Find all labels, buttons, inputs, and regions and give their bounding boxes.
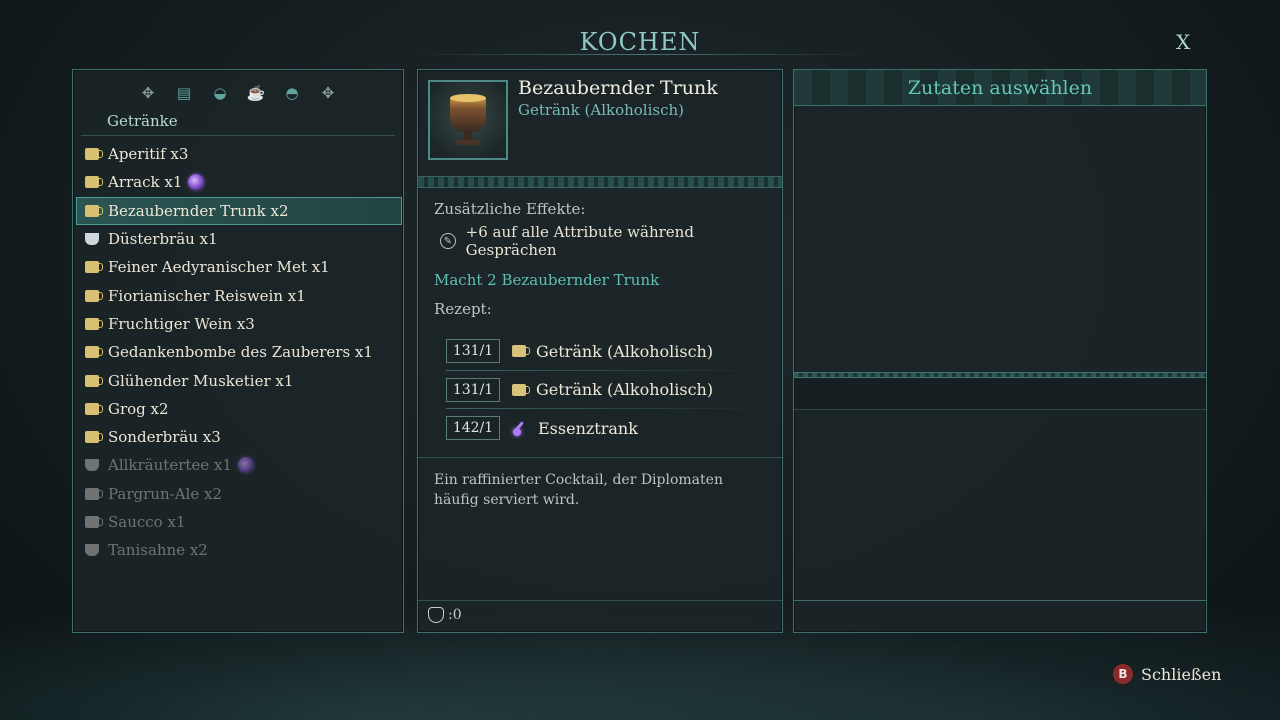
cup-icon: [85, 459, 99, 472]
recipe-label: Bezaubernder Trunk x2: [108, 201, 289, 220]
mug-icon: [85, 204, 103, 217]
item-description: Ein raffinierter Cocktail, der Diplomate…: [434, 472, 723, 508]
recipe-label: Fiorianischer Reiswein x1: [108, 286, 306, 305]
drink-icon[interactable]: ☕: [245, 82, 267, 104]
vial-icon: [512, 420, 528, 437]
ingredient-rows: 131/1 Getränk (Alkoholisch) 131/1 Geträn…: [446, 332, 766, 448]
bag-icon: [428, 607, 444, 623]
recipe-item[interactable]: Fiorianischer Reiswein x1: [76, 281, 402, 309]
category-label: Getränke: [107, 112, 178, 130]
arcane-swirl-icon: [188, 174, 205, 191]
item-type: Getränk (Alkoholisch): [518, 101, 685, 119]
mug-icon: [85, 346, 103, 359]
recipe-detail-panel: Bezaubernder Trunk Getränk (Alkoholisch)…: [417, 69, 783, 633]
arcane-swirl-icon: [237, 457, 254, 474]
mug-icon: [85, 289, 103, 302]
recipe-label: Feiner Aedyranischer Met x1: [108, 258, 330, 277]
dpad-right-icon[interactable]: ✥: [317, 82, 339, 104]
ingredient-row: 142/1 Essenztrank: [446, 409, 766, 448]
mug-icon: [85, 431, 103, 444]
dpad-left-icon[interactable]: ✥: [137, 82, 159, 104]
ornamental-band: [418, 176, 782, 188]
ingredient-qty: 131/1: [446, 377, 500, 402]
recipe-label: Aperitif x3: [108, 145, 189, 164]
recipe-item[interactable]: Gedankenbombe des Zauberers x1: [76, 338, 402, 366]
recipe-item[interactable]: Arrack x1: [76, 168, 402, 196]
recipe-label: Grog x2: [108, 399, 169, 418]
item-name: Bezaubernder Trunk: [518, 77, 718, 99]
ingredient-name: Getränk (Alkoholisch): [536, 341, 714, 361]
recipe-label: Glühender Musketier x1: [108, 371, 294, 390]
ingredient-select-panel: Zutaten auswählen: [793, 69, 1207, 633]
footer-value: :0: [448, 607, 462, 623]
mug-icon: [85, 176, 103, 189]
item-thumbnail: [428, 80, 508, 160]
title-divider: [410, 54, 870, 55]
ingredient-panel-title: Zutaten auswählen: [907, 77, 1093, 99]
close-prompt-label: Schließen: [1141, 664, 1222, 684]
mug-icon: [85, 402, 103, 415]
recipe-label: Fruchtiger Wein x3: [108, 314, 255, 333]
recipe-item[interactable]: Feiner Aedyranischer Met x1: [76, 253, 402, 281]
cup-icon: [85, 544, 99, 557]
effect-text: +6 auf alle Attribute während Gesprächen: [465, 223, 694, 259]
cup-icon: [85, 233, 99, 246]
recipe-item[interactable]: Allkräutertee x1: [76, 451, 402, 479]
bowl-icon[interactable]: ◓: [281, 82, 303, 104]
ingredient-slot-area[interactable]: [794, 378, 1206, 410]
mug-icon: [85, 487, 103, 500]
recipe-label: Gedankenbombe des Zauberers x1: [108, 343, 373, 362]
effect-line: ✎ +6 auf alle Attribute während Gespräch…: [440, 223, 782, 259]
ingredient-row: 131/1 Getränk (Alkoholisch): [446, 371, 766, 410]
recipe-label: Pargrun-Ale x2: [108, 484, 222, 503]
footer-info: :0: [428, 607, 462, 623]
recipe-item[interactable]: Pargrun-Ale x2: [76, 480, 402, 508]
close-button[interactable]: X: [1176, 30, 1190, 54]
description-divider: [418, 457, 782, 458]
screen-title: KOCHEN: [579, 28, 701, 56]
food-icon[interactable]: ◒: [209, 82, 231, 104]
mug-icon: [85, 261, 103, 274]
footer-divider: [418, 600, 782, 601]
recipe-label: Arrack x1: [108, 173, 183, 192]
speech-icon: ✎: [440, 233, 456, 249]
yield-text: Macht 2 Bezaubernder Trunk: [434, 271, 660, 289]
recipe-label: Düsterbräu x1: [108, 230, 218, 249]
recipe-label: Rezept:: [434, 300, 492, 318]
effects-label: Zusätzliche Effekte:: [434, 200, 586, 218]
ingredient-qty: 131/1: [446, 339, 500, 364]
recipe-list-panel: ✥ ▤ ◒ ☕ ◓ ✥ Getränke Aperitif x3 Arrack x…: [72, 69, 404, 633]
footer-divider: [794, 600, 1206, 601]
category-divider: [81, 135, 395, 136]
b-button-icon: B: [1113, 664, 1133, 684]
mug-icon: [85, 317, 103, 330]
mug-icon: [512, 345, 530, 358]
mug-icon: [85, 148, 103, 161]
ingredient-row: 131/1 Getränk (Alkoholisch): [446, 332, 766, 371]
recipe-label: Tanisahne x2: [108, 541, 208, 560]
recipe-item[interactable]: Bezaubernder Trunk x2: [76, 196, 402, 225]
recipe-label: Allkräutertee x1: [108, 456, 232, 475]
ingredient-name: Getränk (Alkoholisch): [536, 380, 714, 400]
category-tabs: ✥ ▤ ◒ ☕ ◓ ✥: [73, 82, 403, 104]
mug-icon: [85, 516, 103, 528]
recipe-item[interactable]: Saucco x1: [76, 508, 402, 536]
scroll-icon[interactable]: ▤: [173, 82, 195, 104]
recipe-item[interactable]: Sonderbräu x3: [76, 423, 402, 451]
ingredient-qty: 142/1: [446, 416, 500, 441]
recipe-label: Saucco x1: [108, 513, 186, 531]
ingredient-name: Essenztrank: [538, 418, 638, 438]
recipe-item[interactable]: Aperitif x3: [76, 140, 402, 168]
recipe-item[interactable]: Tanisahne x2: [76, 536, 402, 564]
recipe-item[interactable]: Grog x2: [76, 395, 402, 423]
mug-icon: [85, 374, 103, 387]
recipe-list: Aperitif x3 Arrack x1 Bezaubernder Trunk x…: [76, 140, 402, 564]
mug-icon: [512, 383, 530, 396]
recipe-label: Sonderbräu x3: [108, 428, 221, 447]
close-prompt[interactable]: B Schließen: [1113, 664, 1221, 684]
recipe-item[interactable]: Glühender Musketier x1: [76, 366, 402, 394]
recipe-item[interactable]: Fruchtiger Wein x3: [76, 310, 402, 338]
recipe-item[interactable]: Düsterbräu x1: [76, 225, 402, 253]
